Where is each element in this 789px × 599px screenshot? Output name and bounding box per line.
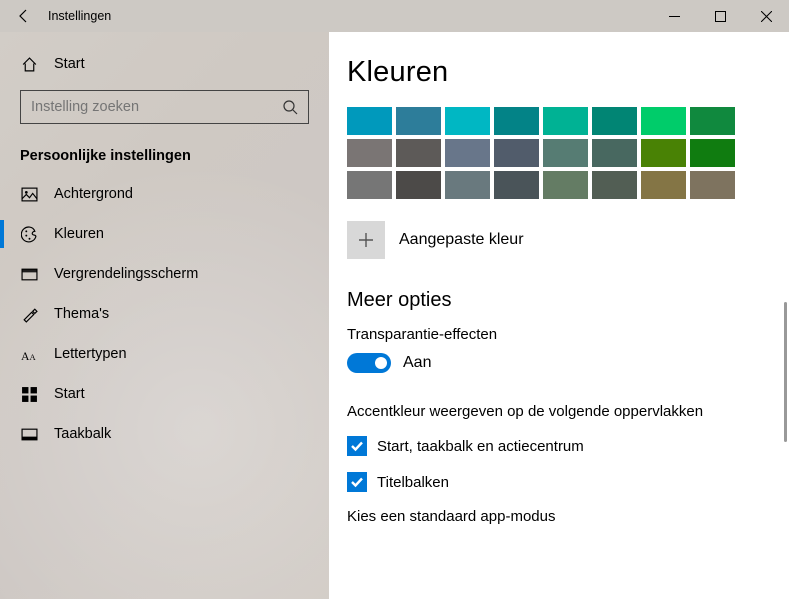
scrollbar-thumb[interactable] <box>784 302 787 442</box>
taskbar-icon <box>20 425 38 443</box>
sidebar-item-label: Lettertypen <box>54 346 127 362</box>
palette-row <box>347 139 789 167</box>
color-swatch[interactable] <box>494 171 539 199</box>
search-icon <box>282 99 298 115</box>
window-controls <box>651 0 789 32</box>
more-options-header: Meer opties <box>347 289 789 312</box>
color-swatch[interactable] <box>641 107 686 135</box>
checkbox-icon <box>347 472 367 492</box>
sidebar-item-label: Vergrendelingsscherm <box>54 266 198 282</box>
minimize-button[interactable] <box>651 0 697 32</box>
color-swatch[interactable] <box>543 139 588 167</box>
color-swatch[interactable] <box>396 139 441 167</box>
page-title: Kleuren <box>347 56 789 89</box>
sidebar: Start Persoonlijke instellingen Achtergr… <box>0 32 329 599</box>
color-swatch[interactable] <box>690 107 735 135</box>
home-icon <box>20 55 38 73</box>
lock-screen-icon <box>20 265 38 283</box>
color-swatch[interactable] <box>445 139 490 167</box>
checkbox-label: Start, taakbalk en actiecentrum <box>377 438 584 455</box>
color-palette <box>347 107 789 199</box>
font-icon: AA <box>20 345 38 363</box>
svg-text:A: A <box>29 351 36 361</box>
color-swatch[interactable] <box>641 171 686 199</box>
sidebar-item-kleuren[interactable]: Kleuren <box>0 214 329 254</box>
color-swatch[interactable] <box>543 171 588 199</box>
color-swatch[interactable] <box>592 107 637 135</box>
sidebar-item-label: Achtergrond <box>54 186 133 202</box>
content-area: Kleuren Aangepaste kleur Meer opties Tra… <box>329 32 789 599</box>
color-swatch[interactable] <box>690 171 735 199</box>
color-swatch[interactable] <box>396 171 441 199</box>
checkbox-start-taskbar[interactable]: Start, taakbalk en actiecentrum <box>347 436 789 456</box>
sidebar-item-label: Kleuren <box>54 226 104 242</box>
group-header: Persoonlijke instellingen <box>0 142 329 174</box>
arrow-left-icon <box>16 8 32 24</box>
start-menu-icon <box>20 385 38 403</box>
close-button[interactable] <box>743 0 789 32</box>
window-title: Instellingen <box>48 9 111 23</box>
color-swatch[interactable] <box>445 171 490 199</box>
sidebar-item-start[interactable]: Start <box>0 374 329 414</box>
maximize-button[interactable] <box>697 0 743 32</box>
color-swatch[interactable] <box>641 139 686 167</box>
palette-row <box>347 171 789 199</box>
color-swatch[interactable] <box>396 107 441 135</box>
plus-icon <box>347 221 385 259</box>
accent-surfaces-header: Accentkleur weergeven op de volgende opp… <box>347 403 789 420</box>
transparency-label: Transparantie-effecten <box>347 326 789 343</box>
checkbox-titlebars[interactable]: Titelbalken <box>347 472 789 492</box>
palette-icon <box>20 225 38 243</box>
checkbox-icon <box>347 436 367 456</box>
color-swatch[interactable] <box>347 107 392 135</box>
title-bar: Instellingen <box>0 0 789 32</box>
color-swatch[interactable] <box>494 107 539 135</box>
back-button[interactable] <box>0 0 48 32</box>
app-mode-label: Kies een standaard app-modus <box>347 508 789 525</box>
color-swatch[interactable] <box>690 139 735 167</box>
home-button[interactable]: Start <box>0 44 329 84</box>
sidebar-item-lettertypen[interactable]: AA Lettertypen <box>0 334 329 374</box>
sidebar-item-vergrendelingsscherm[interactable]: Vergrendelingsscherm <box>0 254 329 294</box>
color-swatch[interactable] <box>494 139 539 167</box>
custom-color-button[interactable]: Aangepaste kleur <box>347 221 789 259</box>
sidebar-item-taakbalk[interactable]: Taakbalk <box>0 414 329 454</box>
toggle-state: Aan <box>403 354 431 372</box>
color-swatch[interactable] <box>347 139 392 167</box>
search-box[interactable] <box>20 90 309 124</box>
color-swatch[interactable] <box>543 107 588 135</box>
picture-icon <box>20 185 38 203</box>
home-label: Start <box>54 56 85 72</box>
transparency-toggle[interactable] <box>347 353 391 373</box>
search-input[interactable] <box>31 99 282 115</box>
color-swatch[interactable] <box>347 171 392 199</box>
sidebar-item-label: Thema's <box>54 306 109 322</box>
color-swatch[interactable] <box>592 139 637 167</box>
custom-color-label: Aangepaste kleur <box>399 231 524 249</box>
palette-row <box>347 107 789 135</box>
color-swatch[interactable] <box>592 171 637 199</box>
sidebar-item-label: Taakbalk <box>54 426 111 442</box>
sidebar-item-achtergrond[interactable]: Achtergrond <box>0 174 329 214</box>
checkbox-label: Titelbalken <box>377 474 449 491</box>
body: Start Persoonlijke instellingen Achtergr… <box>0 32 789 599</box>
color-swatch[interactable] <box>445 107 490 135</box>
toggle-knob <box>375 357 387 369</box>
sidebar-item-thema-s[interactable]: Thema's <box>0 294 329 334</box>
transparency-toggle-row: Aan <box>347 353 789 373</box>
sidebar-item-label: Start <box>54 386 85 402</box>
themes-icon <box>20 305 38 323</box>
